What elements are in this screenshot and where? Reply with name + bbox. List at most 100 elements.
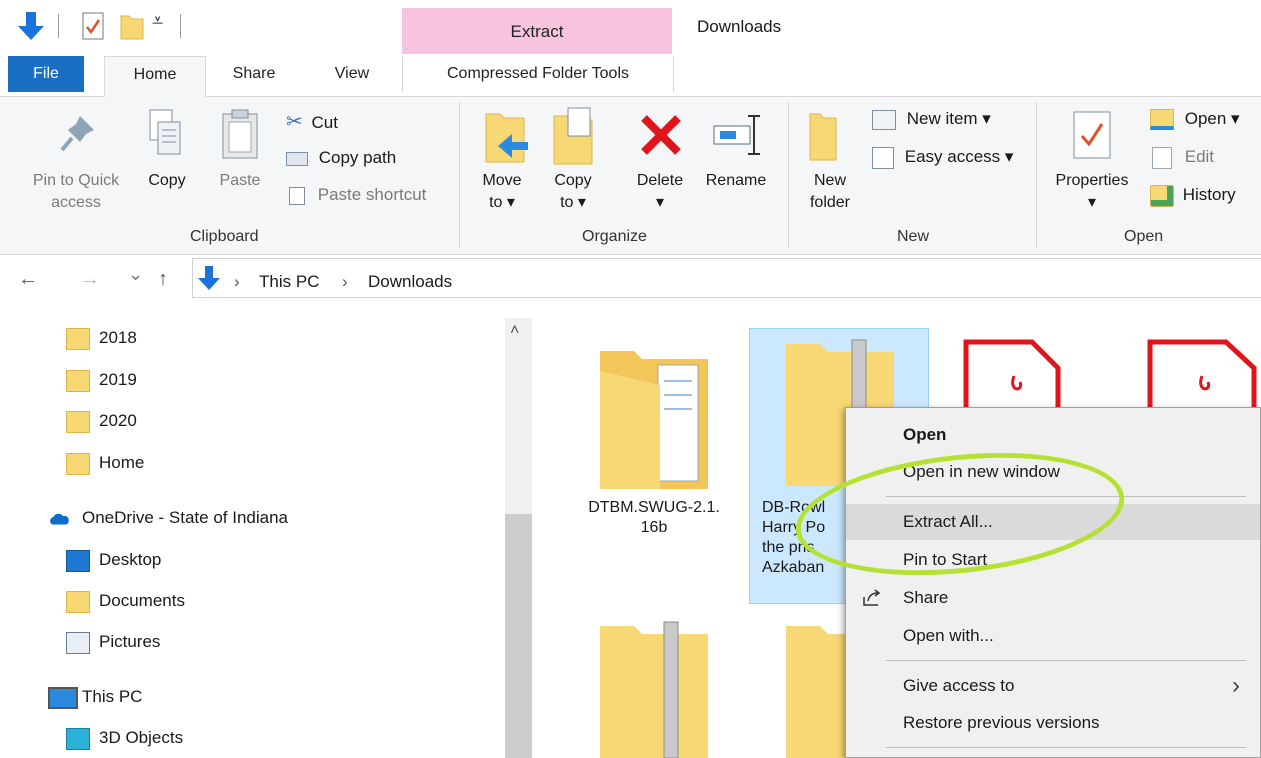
breadcrumb-downloads[interactable]: Downloads xyxy=(368,272,452,292)
zip-folder-icon-2[interactable] xyxy=(598,620,710,758)
new-group-label: New xyxy=(897,228,930,245)
menu-item-label: Open in new window xyxy=(903,462,1060,481)
tree-item-label: 2019 xyxy=(99,370,137,389)
address-bar[interactable] xyxy=(192,258,1261,298)
paste-shortcut-button[interactable]: Paste shortcut xyxy=(286,185,426,205)
copy-path-label: Copy path xyxy=(318,148,397,167)
recent-locations-button[interactable]: ⌄ xyxy=(128,264,143,285)
copy-path-icon xyxy=(286,151,308,166)
properties-button[interactable]: Properties ▾ xyxy=(1044,170,1140,214)
scroll-up-arrow-icon[interactable]: ˄ xyxy=(510,322,519,340)
menu-item-pin-to-start[interactable]: Pin to Start xyxy=(846,542,1260,578)
easy-access-icon xyxy=(872,147,894,169)
menu-item-label: Restore previous versions xyxy=(903,713,1100,732)
menu-item-open-with[interactable]: Open with... xyxy=(846,618,1260,654)
copy-path-button[interactable]: Copy path xyxy=(286,148,396,168)
back-button[interactable]: ← xyxy=(18,268,38,291)
new-folder-line1: New xyxy=(813,172,846,189)
move-to-line1: Move xyxy=(482,172,522,189)
file-name-line: DTBM.SWUG-2.1. xyxy=(588,499,720,516)
menu-item-give-access[interactable]: Give access to › xyxy=(846,668,1260,704)
tab-home[interactable]: Home xyxy=(104,56,206,97)
folder-icon xyxy=(66,370,90,392)
customize-qat-icon[interactable]: ⩡ xyxy=(152,10,163,33)
qat-separator xyxy=(58,14,59,38)
pictures-icon xyxy=(66,632,90,654)
cut-button[interactable]: ✂ Cut xyxy=(286,109,338,134)
menu-item-open-new-window[interactable]: Open in new window xyxy=(846,454,1260,490)
pdf-file-icon-2[interactable] xyxy=(1146,338,1261,410)
forward-button[interactable]: → xyxy=(80,268,100,291)
menu-item-open[interactable]: Open xyxy=(846,417,1260,453)
3d-objects-icon xyxy=(66,728,90,750)
scroll-thumb[interactable] xyxy=(505,514,532,758)
pdf-file-icon[interactable] xyxy=(962,338,1062,410)
tree-item-label: This PC xyxy=(82,687,143,706)
new-item-button[interactable]: New item ▾ xyxy=(872,109,991,130)
tree-item-label: OneDrive - State of Indiana xyxy=(82,508,289,527)
menu-item-restore-previous-versions[interactable]: Restore previous versions xyxy=(846,705,1260,741)
up-button[interactable]: ↑ xyxy=(158,268,168,291)
delete-button[interactable]: Delete ▾ xyxy=(628,170,692,214)
breadcrumb-separator[interactable]: › xyxy=(234,272,240,292)
properties-qat-icon[interactable] xyxy=(82,12,104,40)
folder-icon xyxy=(66,411,90,433)
tree-item-label: 3D Objects xyxy=(99,728,184,747)
paste-shortcut-label: Paste shortcut xyxy=(317,185,427,204)
history-button[interactable]: History xyxy=(1150,185,1236,207)
pin-to-quick-access-button[interactable]: Pin to Quick access xyxy=(18,170,134,214)
extract-contextual-tab[interactable]: Extract xyxy=(402,8,672,54)
properties-icon xyxy=(1073,111,1111,159)
submenu-arrow-icon: › xyxy=(1232,672,1240,699)
clipboard-group-label: Clipboard xyxy=(190,228,259,245)
tree-item-label: Documents xyxy=(99,591,185,610)
copy-to-button[interactable]: Copy to ▾ xyxy=(543,170,603,214)
menu-item-label: Open with... xyxy=(903,626,994,645)
edit-icon xyxy=(1152,147,1172,169)
tree-item-label: 2020 xyxy=(99,411,137,430)
copy-button[interactable]: Copy xyxy=(140,170,194,192)
tree-item-label: Pictures xyxy=(99,632,161,651)
tab-compressed-folder-tools[interactable]: Compressed Folder Tools xyxy=(402,56,674,92)
copy-to-line1: Copy xyxy=(554,172,592,189)
rename-icon xyxy=(713,115,760,155)
new-folder-button[interactable]: New folder xyxy=(800,170,860,214)
breadcrumb-this-pc[interactable]: This PC xyxy=(259,272,319,292)
tab-share[interactable]: Share xyxy=(214,56,294,92)
open-folder-icon xyxy=(1150,109,1174,131)
folder-with-documents-icon[interactable] xyxy=(598,345,710,491)
new-folder-qat-icon[interactable] xyxy=(120,12,144,40)
copy-to-line2: to ▾ xyxy=(560,194,586,211)
rename-button[interactable]: Rename xyxy=(700,170,772,192)
edit-button[interactable]: Edit xyxy=(1150,147,1214,169)
menu-item-label: Give access to xyxy=(903,676,1015,695)
delete-dropdown-arrow: ▾ xyxy=(655,194,665,211)
pin-label-line1: Pin to Quick xyxy=(32,172,120,189)
folder-icon-partial[interactable] xyxy=(784,620,854,758)
extract-tab-label: Extract xyxy=(510,22,564,41)
computer-icon xyxy=(48,687,78,709)
ribbon-group-separator-2 xyxy=(788,102,789,248)
tab-view[interactable]: View xyxy=(312,56,392,92)
new-folder-line2: folder xyxy=(809,194,851,211)
menu-separator-2 xyxy=(886,660,1246,661)
delete-x-icon xyxy=(641,115,681,155)
downloads-arrow-icon[interactable] xyxy=(18,12,44,42)
desktop-icon xyxy=(66,550,90,572)
menu-item-label: Pin to Start xyxy=(903,550,988,569)
properties-dropdown-arrow: ▾ xyxy=(1087,194,1097,211)
file-name-dtbm[interactable]: DTBM.SWUG-2.1. 16b xyxy=(568,498,740,538)
window-title: Downloads xyxy=(697,17,782,36)
menu-item-extract-all[interactable]: Extract All... xyxy=(846,504,1260,540)
folder-icon xyxy=(66,591,90,613)
move-to-button[interactable]: Move to ▾ xyxy=(470,170,534,214)
new-folder-icon xyxy=(809,113,837,161)
menu-item-share[interactable]: Share xyxy=(846,580,1260,616)
tab-file[interactable]: File xyxy=(8,56,84,92)
folder-icon xyxy=(66,453,90,475)
open-button[interactable]: Open ▾ xyxy=(1150,109,1240,131)
properties-label: Properties xyxy=(1055,172,1129,189)
easy-access-button[interactable]: Easy access ▾ xyxy=(872,147,1013,169)
paste-button[interactable]: Paste xyxy=(210,170,270,192)
breadcrumb-separator-2[interactable]: › xyxy=(342,272,348,292)
